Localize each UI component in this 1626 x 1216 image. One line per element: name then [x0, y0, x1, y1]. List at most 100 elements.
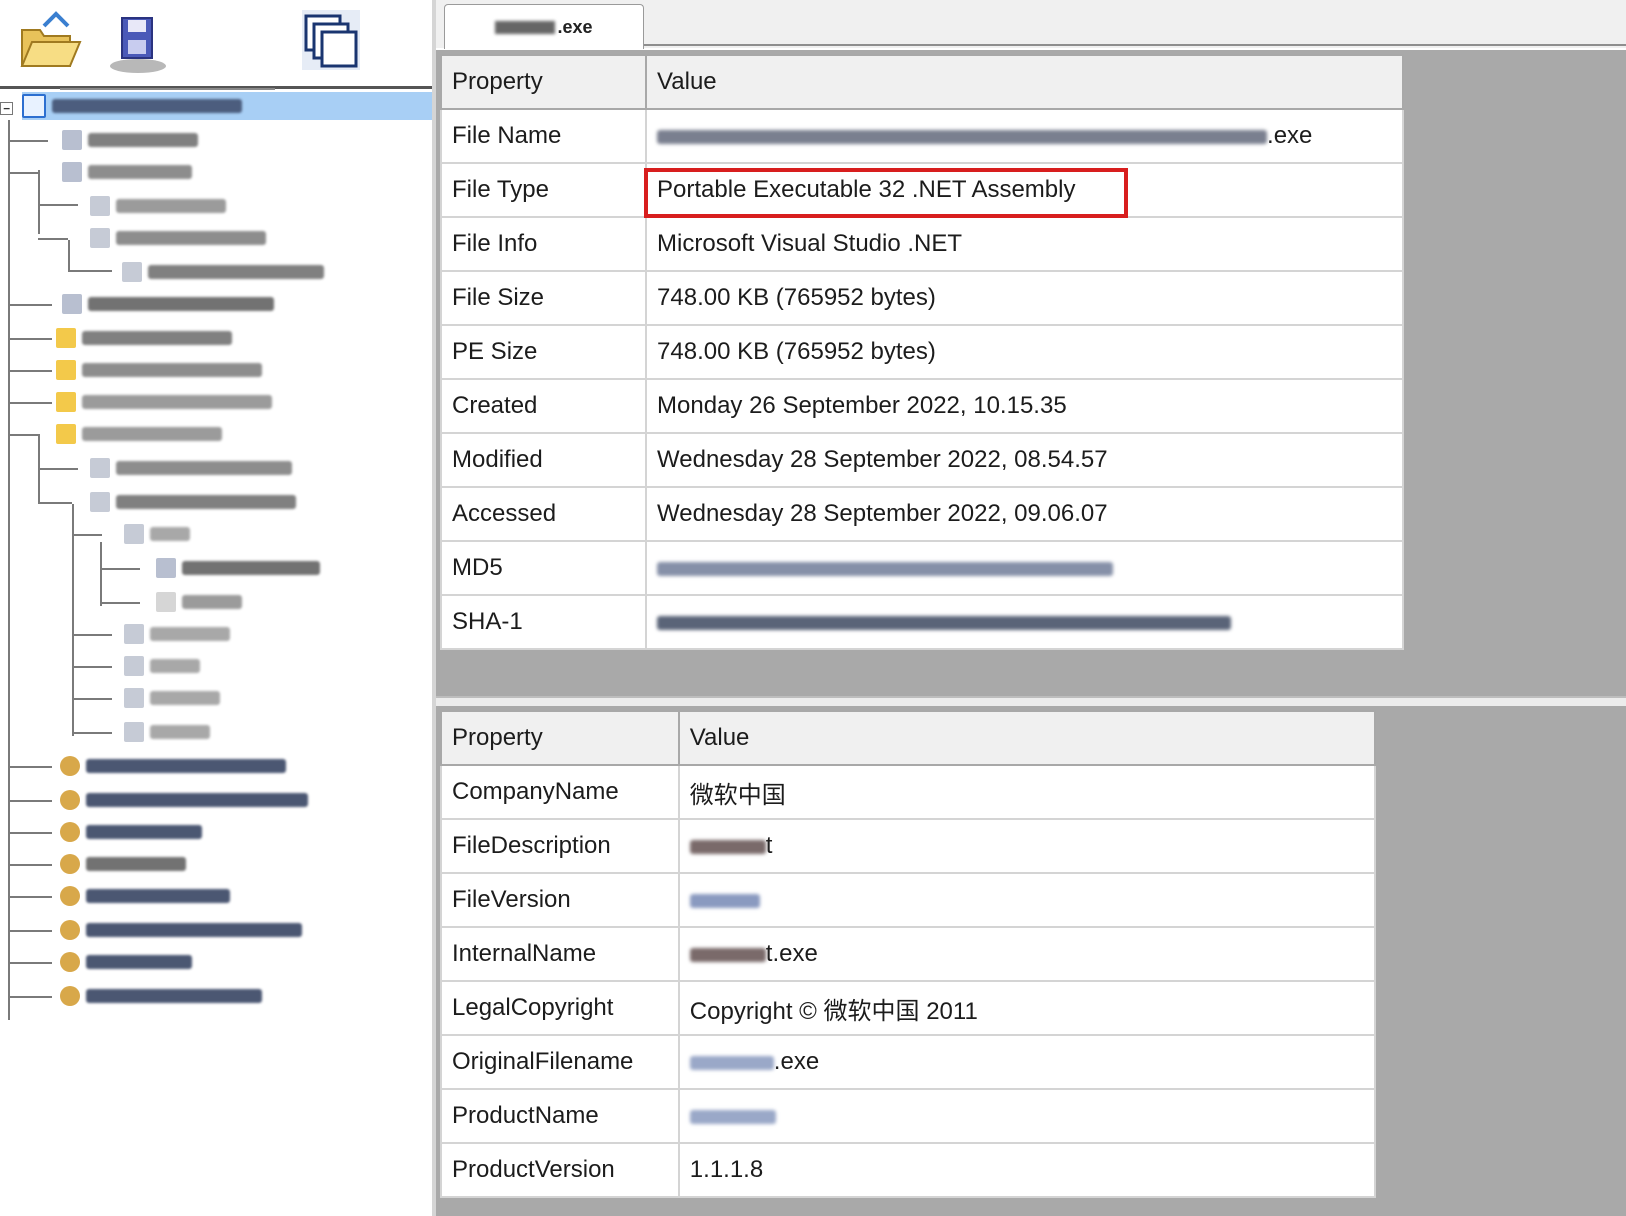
- tree-item-tool[interactable]: [60, 916, 302, 944]
- column-header-value[interactable]: Value: [677, 710, 1377, 766]
- gear-icon: [60, 756, 80, 776]
- tree-item[interactable]: [62, 158, 192, 186]
- table-row[interactable]: FileDescription t: [440, 818, 1377, 874]
- table-row[interactable]: ProductName: [440, 1088, 1377, 1144]
- table-row[interactable]: OriginalFilename .exe: [440, 1034, 1377, 1090]
- gear-icon: [60, 920, 80, 940]
- table-header-row: Property Value: [440, 710, 1377, 766]
- tree-item[interactable]: [124, 652, 200, 680]
- table-row[interactable]: SHA-1: [439, 594, 1404, 650]
- table-header-row: Property Value: [439, 54, 1404, 110]
- gear-icon: [60, 822, 80, 842]
- tree-item[interactable]: [124, 718, 210, 746]
- table-row[interactable]: File Size 748.00 KB (765952 bytes): [439, 270, 1404, 326]
- tree-collapse-toggle[interactable]: −: [0, 102, 13, 115]
- tree-item[interactable]: [124, 684, 220, 712]
- tree-item-tool[interactable]: [60, 948, 192, 976]
- gear-icon: [60, 952, 80, 972]
- column-header-value[interactable]: Value: [645, 54, 1404, 110]
- table-row[interactable]: LegalCopyright Copyright © 微软中国 2011: [440, 980, 1377, 1036]
- tree-item[interactable]: [90, 192, 226, 220]
- tree-item[interactable]: [56, 324, 232, 352]
- redacted-value: [689, 839, 766, 854]
- page-icon: [62, 130, 82, 150]
- file-type-highlight: [644, 168, 1128, 218]
- file-properties-table: Property Value File Name .exe File Type …: [439, 54, 1404, 650]
- page-icon: [90, 458, 110, 478]
- tab-file[interactable]: .exe: [444, 4, 644, 49]
- tree-item-tool[interactable]: [60, 882, 230, 910]
- table-row[interactable]: MD5: [439, 540, 1404, 596]
- table-row[interactable]: FileVersion: [440, 872, 1377, 928]
- gear-icon: [60, 986, 80, 1006]
- tree-item[interactable]: [122, 258, 324, 286]
- tree-item[interactable]: [62, 290, 274, 318]
- save-disk-icon[interactable]: [104, 8, 174, 78]
- table-row[interactable]: ProductVersion 1.1.1.8: [440, 1142, 1377, 1198]
- table-row[interactable]: Accessed Wednesday 28 September 2022, 09…: [439, 486, 1404, 542]
- page-icon: [124, 656, 144, 676]
- window-icon: [22, 94, 46, 118]
- table-row[interactable]: Modified Wednesday 28 September 2022, 08…: [439, 432, 1404, 488]
- gear-icon: [60, 854, 80, 874]
- tree-item[interactable]: [90, 224, 266, 252]
- tree-item-root[interactable]: [22, 92, 432, 120]
- gear-icon: [60, 886, 80, 906]
- tab-title-suffix: .exe: [557, 16, 593, 37]
- page-icon: [90, 492, 110, 512]
- tree-item[interactable]: [90, 454, 292, 482]
- tree-item[interactable]: [124, 520, 190, 548]
- tree-item-tool[interactable]: [60, 850, 186, 878]
- folder-icon: [56, 360, 76, 380]
- tree-item-tool[interactable]: [60, 786, 308, 814]
- tree-view[interactable]: −: [0, 92, 432, 1216]
- table-row[interactable]: InternalName t.exe: [440, 926, 1377, 982]
- column-header-property[interactable]: Property: [439, 54, 648, 110]
- tree-item[interactable]: [56, 356, 262, 384]
- tree-item[interactable]: [156, 588, 242, 616]
- tree-item-tool[interactable]: [60, 818, 202, 846]
- page-icon: [124, 688, 144, 708]
- tree-item[interactable]: [62, 126, 198, 154]
- tree-item-tool[interactable]: [60, 752, 286, 780]
- windows-icon[interactable]: [300, 8, 370, 78]
- left-pane: −: [0, 0, 432, 1216]
- open-folder-icon[interactable]: [14, 8, 84, 78]
- column-header-property[interactable]: Property: [440, 710, 680, 766]
- table-row[interactable]: PE Size 748.00 KB (765952 bytes): [439, 324, 1404, 380]
- page-icon: [124, 524, 144, 544]
- tree-item[interactable]: [124, 620, 230, 648]
- page-icon: [90, 228, 110, 248]
- tree-item-tool[interactable]: [60, 982, 262, 1010]
- tab-underline: [642, 44, 1626, 46]
- redacted-sha1: [657, 615, 1232, 630]
- file-name-value: .exe: [1267, 122, 1313, 149]
- gear-icon: [60, 790, 80, 810]
- table-row[interactable]: Created Monday 26 September 2022, 10.15.…: [439, 378, 1404, 434]
- table-row[interactable]: CompanyName 微软中国: [440, 764, 1377, 820]
- toolbar: [0, 0, 432, 86]
- page-icon: [124, 722, 144, 742]
- page-icon: [62, 162, 82, 182]
- version-info-table: Property Value CompanyName 微软中国 FileDesc…: [440, 710, 1377, 1198]
- tree-item[interactable]: [56, 388, 272, 416]
- folder-icon: [56, 328, 76, 348]
- page-icon: [90, 196, 110, 216]
- tree-item[interactable]: [56, 420, 222, 448]
- table-row[interactable]: File Name .exe: [439, 108, 1404, 164]
- folder-icon: [56, 392, 76, 412]
- folder-icon: [56, 424, 76, 444]
- tree-item-label: [52, 99, 242, 113]
- page-icon: [156, 558, 176, 578]
- redacted-name: [495, 20, 556, 34]
- tree-item[interactable]: [156, 554, 320, 582]
- redacted-value: [689, 1055, 774, 1070]
- redacted-md5: [657, 561, 1114, 576]
- redacted-value: [689, 947, 766, 962]
- redacted-value: [689, 1109, 776, 1124]
- table-row[interactable]: File Info Microsoft Visual Studio .NET: [439, 216, 1404, 272]
- tree-item[interactable]: [90, 488, 296, 516]
- page-icon: [62, 294, 82, 314]
- redacted-value: [689, 893, 760, 908]
- page-icon: [124, 624, 144, 644]
